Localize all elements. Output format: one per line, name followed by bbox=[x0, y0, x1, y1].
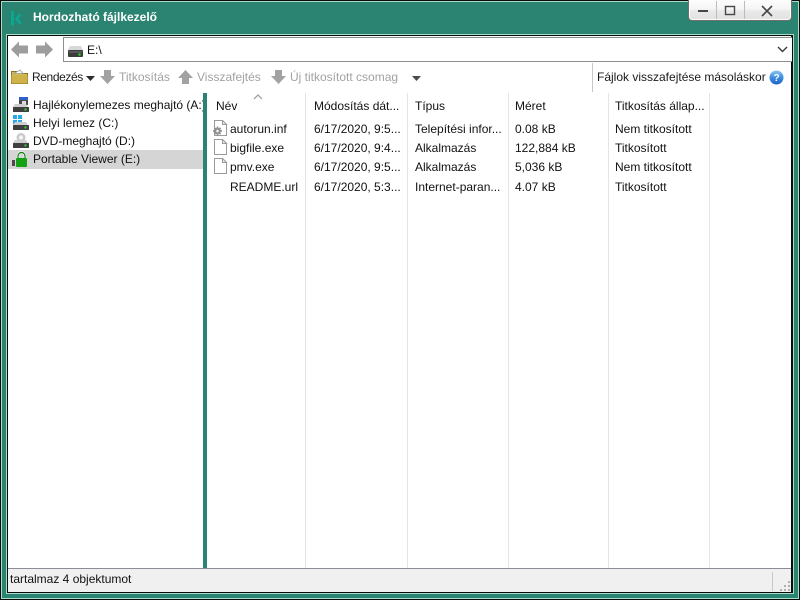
svg-text:?: ? bbox=[773, 73, 779, 84]
